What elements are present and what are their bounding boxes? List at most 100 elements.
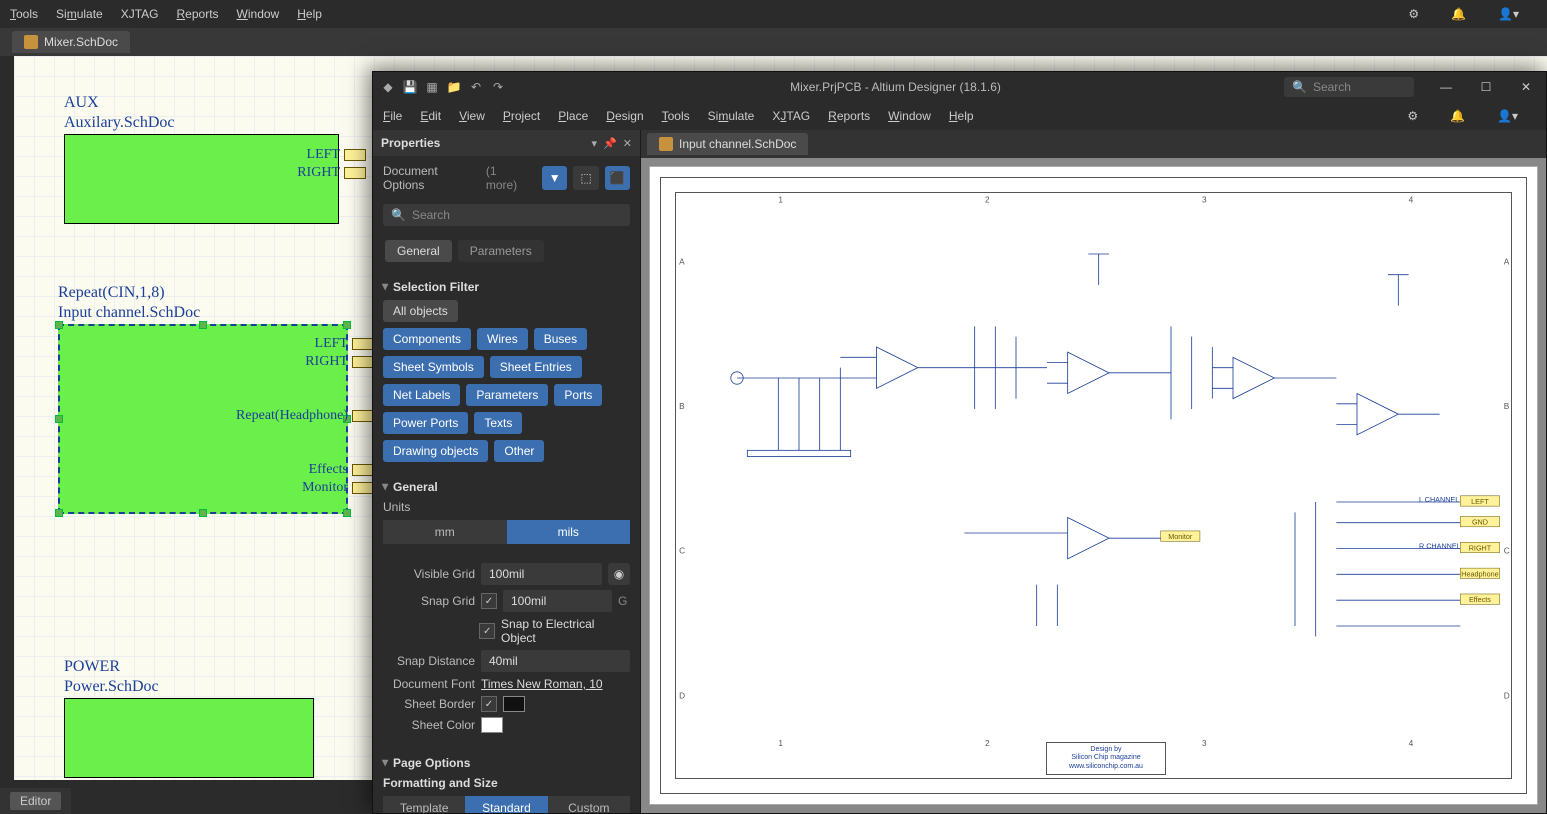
tab-general[interactable]: General (385, 240, 452, 262)
close-button[interactable]: ✕ (1512, 80, 1540, 94)
snap-distance-value[interactable]: 40mil (481, 650, 630, 672)
visible-grid-value[interactable]: 100mil (481, 563, 602, 585)
menu-window[interactable]: Window (888, 109, 931, 123)
menu-design[interactable]: Design (606, 109, 643, 123)
chip-power-ports[interactable]: Power Ports (383, 412, 468, 434)
menu-simulate[interactable]: Simulate (708, 109, 755, 123)
menu-window[interactable]: Window (237, 7, 280, 21)
sheet-border-color[interactable] (503, 696, 525, 712)
bell-icon[interactable]: 🔔 (1451, 7, 1466, 21)
undo-icon[interactable]: ↶ (467, 78, 485, 96)
selection-filter-section: Selection Filter All objects Components … (373, 268, 640, 468)
unit-mils[interactable]: mils (507, 520, 631, 544)
chip-parameters[interactable]: Parameters (466, 384, 548, 406)
fmt-standard[interactable]: Standard (465, 796, 547, 813)
bg-tab-mixer[interactable]: Mixer.SchDoc (12, 31, 130, 53)
tab-parameters[interactable]: Parameters (458, 240, 544, 262)
section-selection-filter[interactable]: Selection Filter (383, 280, 630, 294)
aux-sheet-symbol[interactable]: LEFT RIGHT (64, 134, 339, 224)
gear-icon[interactable]: ⚙ (1407, 109, 1418, 123)
filter-chips: Components Wires Buses Sheet Symbols She… (383, 328, 630, 462)
chip-ports[interactable]: Ports (554, 384, 602, 406)
power-sheet-symbol[interactable] (64, 698, 314, 778)
chip-texts[interactable]: Texts (474, 412, 522, 434)
svg-text:C: C (1504, 547, 1510, 556)
search-icon: 🔍 (1292, 80, 1307, 94)
chip-buses[interactable]: Buses (534, 328, 587, 350)
snap-grid-checkbox[interactable]: ✓ (481, 593, 497, 609)
cin-sheet-symbol[interactable]: LEFT RIGHT Repeat(Headphone) Effects Mon… (58, 324, 348, 514)
menu-view[interactable]: View (459, 109, 485, 123)
svg-text:1: 1 (778, 739, 783, 748)
menu-tools[interactable]: Tools (662, 109, 690, 123)
schematic-doc-icon (659, 137, 673, 151)
format-tabs[interactable]: Template Standard Custom (383, 796, 630, 813)
properties-header[interactable]: Properties ▾ 📌 ✕ (373, 130, 640, 156)
menu-reports[interactable]: Reports (828, 109, 870, 123)
svg-text:A: A (679, 257, 685, 266)
menu-xjtag[interactable]: XJTAG (121, 7, 159, 21)
svg-text:Effects: Effects (1469, 595, 1491, 604)
doc-font-value[interactable]: Times New Roman, 10 (481, 677, 603, 691)
user-icon[interactable]: 👤▾ (1498, 7, 1519, 21)
close-icon[interactable]: ✕ (623, 137, 632, 150)
section-page-options[interactable]: Page Options (383, 756, 630, 770)
new-icon[interactable]: ▦ (423, 78, 441, 96)
redo-icon[interactable]: ↷ (489, 78, 507, 96)
menu-reports[interactable]: Reports (177, 7, 219, 21)
editor-tab-input-channel[interactable]: Input channel.SchDoc (647, 133, 808, 155)
chip-sheet-symbols[interactable]: Sheet Symbols (383, 356, 484, 378)
minimize-button[interactable]: — (1432, 80, 1460, 94)
bell-icon[interactable]: 🔔 (1450, 109, 1465, 123)
bg-tab-label: Mixer.SchDoc (44, 35, 118, 49)
chip-sheet-entries[interactable]: Sheet Entries (490, 356, 582, 378)
chip-net-labels[interactable]: Net Labels (383, 384, 460, 406)
editor-tabstrip: Input channel.SchDoc (641, 130, 1546, 158)
save-icon[interactable]: 💾 (401, 78, 419, 96)
snap-grid-label: Snap Grid (383, 594, 475, 608)
schematic-canvas[interactable]: Monitor LEFT GND RIGHT Headphone Ef (649, 166, 1538, 805)
status-tab-editor[interactable]: Editor (10, 792, 61, 810)
select-mode-button[interactable]: ⬛ (605, 166, 630, 190)
fmt-custom[interactable]: Custom (548, 796, 630, 813)
formatting-size-label: Formatting and Size (383, 776, 630, 790)
menu-help[interactable]: Help (949, 109, 974, 123)
chip-wires[interactable]: Wires (477, 328, 528, 350)
sheet-border-checkbox[interactable]: ✓ (481, 696, 497, 712)
cin-title: Repeat(CIN,1,8) (58, 284, 165, 302)
properties-panel: Properties ▾ 📌 ✕ Document Options (1 mor… (373, 130, 641, 813)
filter-button[interactable]: ▼ (542, 166, 567, 190)
editor-area: Input channel.SchDoc ▼ ✛ ⬚ ▤ ▮ ≈ ⏚ ⊢ ▬ ⬖… (641, 130, 1546, 813)
inspect-button[interactable]: ⬚ (573, 166, 598, 190)
menu-project[interactable]: Project (503, 109, 540, 123)
properties-search[interactable]: 🔍 Search (383, 204, 630, 226)
menu-place[interactable]: Place (558, 109, 588, 123)
chip-components[interactable]: Components (383, 328, 471, 350)
chip-other[interactable]: Other (494, 440, 544, 462)
fmt-template[interactable]: Template (383, 796, 465, 813)
chip-all-objects[interactable]: All objects (383, 300, 458, 322)
user-icon[interactable]: 👤▾ (1497, 109, 1518, 123)
dropdown-icon[interactable]: ▾ (592, 137, 598, 150)
title-search[interactable]: 🔍 Search (1284, 77, 1414, 97)
units-toggle[interactable]: mm mils (383, 520, 630, 544)
menu-xjtag[interactable]: XJTAG (772, 109, 810, 123)
menu-tools[interactable]: Tools (10, 7, 38, 21)
menu-simulate[interactable]: Simulate (56, 7, 103, 21)
maximize-button[interactable]: ☐ (1472, 80, 1500, 94)
unit-mm[interactable]: mm (383, 520, 507, 544)
menu-help[interactable]: Help (297, 7, 322, 21)
menu-file[interactable]: File (383, 109, 402, 123)
sheet-color-swatch[interactable] (481, 717, 503, 733)
open-icon[interactable]: 📁 (445, 78, 463, 96)
sheet-border: Monitor LEFT GND RIGHT Headphone Ef (660, 177, 1527, 794)
snap-elec-checkbox[interactable]: ✓ (479, 623, 495, 639)
pin-icon[interactable]: 📌 (603, 137, 617, 150)
visibility-icon[interactable]: ◉ (608, 563, 630, 585)
menu-edit[interactable]: Edit (420, 109, 441, 123)
fg-titlebar[interactable]: ◆ 💾 ▦ 📁 ↶ ↷ Mixer.PrjPCB - Altium Design… (373, 72, 1546, 102)
section-general[interactable]: General (383, 480, 630, 494)
gear-icon[interactable]: ⚙ (1408, 7, 1419, 21)
snap-grid-value[interactable]: 100mil (503, 590, 612, 612)
chip-drawing-objects[interactable]: Drawing objects (383, 440, 488, 462)
